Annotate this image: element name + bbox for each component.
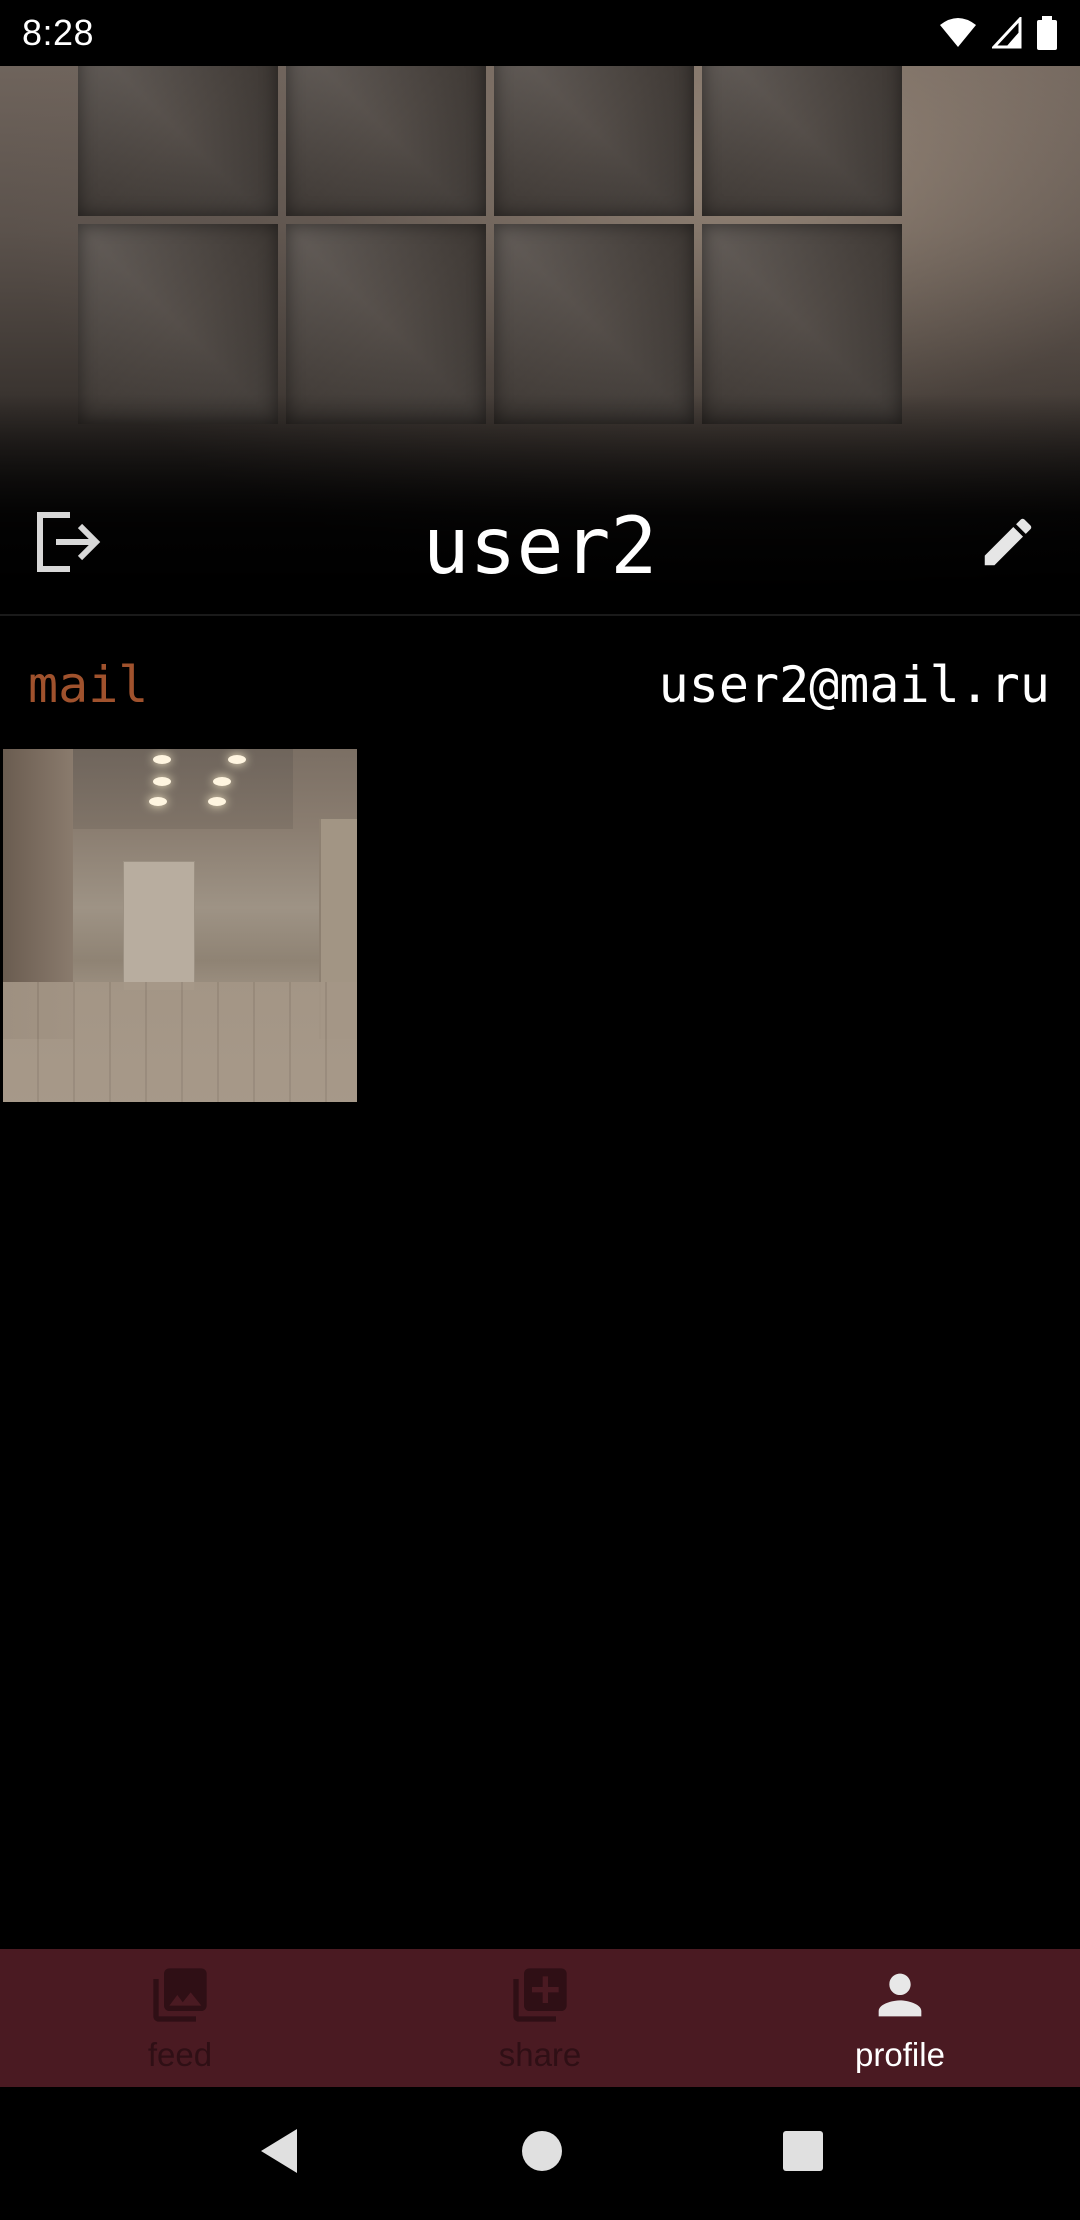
cellular-signal-icon — [992, 17, 1022, 49]
nav-label-profile: profile — [855, 2035, 945, 2073]
cover-wall-panels — [78, 66, 918, 446]
home-icon — [521, 2130, 563, 2177]
status-icons — [938, 16, 1058, 50]
bottom-navigation: feed share profile — [0, 1949, 1080, 2087]
logout-button[interactable] — [30, 506, 106, 582]
status-time: 8:28 — [22, 12, 95, 53]
mail-row: mail user2@mail.ru — [0, 640, 1080, 730]
wifi-icon — [938, 17, 978, 49]
system-navigation-bar — [0, 2087, 1080, 2220]
nav-label-share: share — [498, 2035, 582, 2073]
logout-icon — [32, 509, 104, 580]
photo-library-icon — [148, 1963, 212, 2032]
mail-value: user2@mail.ru — [658, 656, 1050, 714]
person-icon — [868, 1963, 932, 2032]
nav-label-feed: feed — [147, 2035, 213, 2073]
home-button[interactable] — [521, 2130, 563, 2177]
profile-username: user2 — [422, 502, 658, 592]
nav-item-share[interactable]: share — [360, 1949, 720, 2087]
edit-profile-button[interactable] — [970, 506, 1046, 582]
add-to-photos-icon — [508, 1963, 572, 2032]
post-thumbnail[interactable] — [3, 749, 357, 1102]
back-button[interactable] — [257, 2127, 301, 2180]
header-divider — [0, 614, 1080, 616]
back-icon — [257, 2127, 301, 2180]
recents-icon — [783, 2131, 823, 2176]
status-bar: 8:28 — [0, 0, 1080, 66]
recents-button[interactable] — [783, 2131, 823, 2176]
mail-label: mail — [28, 656, 149, 714]
battery-icon — [1036, 16, 1058, 50]
profile-header: user2 — [0, 480, 1080, 614]
nav-item-feed[interactable]: feed — [0, 1949, 360, 2087]
nav-item-profile[interactable]: profile — [720, 1949, 1080, 2087]
edit-pencil-icon — [977, 511, 1039, 578]
